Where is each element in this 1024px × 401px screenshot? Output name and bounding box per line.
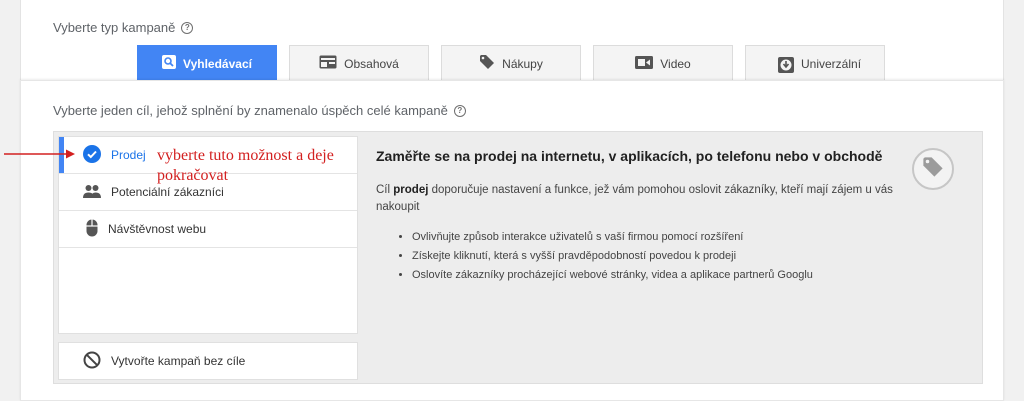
goal-item-website-traffic[interactable]: Návštěvnost webu (59, 211, 357, 248)
list-item: Získejte kliknutí, která s vyšší pravděp… (412, 247, 966, 266)
tab-shopping[interactable]: Nákupy (441, 45, 581, 81)
video-icon (635, 55, 654, 72)
search-icon (162, 55, 177, 72)
goal-detail-heading: Zaměřte se na prodej na internetu, v apl… (376, 148, 883, 164)
annotation-arrow (4, 149, 75, 159)
goal-detail-description: Cíl prodej doporučuje nastavení a funkce… (376, 184, 893, 213)
tab-video[interactable]: Video (593, 45, 733, 81)
annotation-text: vyberte tuto možnost a deje pokračovat (157, 147, 334, 184)
people-icon (83, 184, 101, 201)
check-circle-icon (83, 144, 101, 166)
campaign-type-card: Vyberte typ kampaně ? Vyhledávací Obsaho… (20, 0, 1004, 81)
goal-heading: Vyberte jeden cíl, jehož splnění by znam… (53, 103, 466, 118)
tab-display[interactable]: Obsahová (289, 45, 429, 81)
help-icon[interactable]: ? (181, 21, 194, 34)
download-icon (778, 57, 794, 76)
tab-universal[interactable]: Univerzální (745, 45, 885, 81)
list-item: Ovlivňujte způsob interakce uživatelů s … (412, 228, 966, 247)
list-item: Oslovíte zákazníky procházející webové s… (412, 266, 966, 285)
no-goal-option[interactable]: Vytvořte kampaň bez cíle (58, 342, 358, 380)
goal-detail: Zaměřte se na prodej na internetu, v apl… (376, 148, 966, 285)
block-icon (83, 351, 101, 372)
campaign-type-heading: Vyberte typ kampaně ? (53, 20, 194, 35)
tag-icon (922, 156, 944, 183)
display-icon (319, 55, 337, 72)
goal-card: Vyberte jeden cíl, jehož splnění by znam… (20, 80, 1004, 401)
goal-tag-badge (912, 148, 954, 190)
goal-detail-bullets: Ovlivňujte způsob interakce uživatelů s … (376, 228, 966, 285)
mouse-icon (83, 219, 98, 240)
tag-icon (479, 54, 495, 73)
help-icon[interactable]: ? (453, 104, 466, 117)
tab-search[interactable]: Vyhledávací (137, 45, 277, 81)
